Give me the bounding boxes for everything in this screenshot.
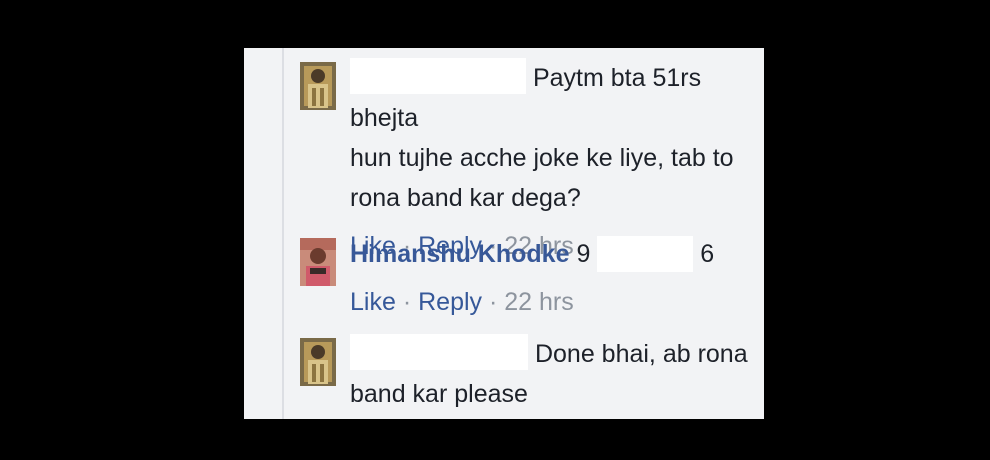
comment-text-continued: hun tujhe acche joke ke liye, tab to ron… bbox=[350, 144, 734, 212]
comment-thread: Paytm bta 51rs bhejta hun tujhe acche jo… bbox=[244, 48, 764, 419]
redacted-text bbox=[597, 236, 694, 272]
comment-actions: Like · Reply · 22 hrs bbox=[350, 282, 760, 322]
avatar[interactable] bbox=[300, 338, 336, 386]
comment-text-suffix: 6 bbox=[700, 240, 715, 268]
thread-line bbox=[282, 48, 284, 419]
avatar[interactable] bbox=[300, 238, 336, 286]
timestamp-link[interactable]: 22 hrs bbox=[504, 288, 573, 316]
separator: · bbox=[402, 288, 412, 316]
author-name-link[interactable]: Himanshu Khodke bbox=[350, 240, 569, 268]
redacted-author-name bbox=[350, 58, 526, 94]
like-link[interactable]: Like bbox=[350, 288, 396, 316]
comment-text: Done bhai, ab rona bbox=[534, 340, 748, 368]
avatar[interactable] bbox=[300, 62, 336, 110]
redacted-author-name bbox=[350, 334, 528, 370]
reply-link[interactable]: Reply bbox=[418, 288, 482, 316]
comment-text-continued: band kar please bbox=[350, 380, 528, 408]
separator: · bbox=[488, 288, 498, 316]
comment-text-prefix: 9 bbox=[576, 240, 591, 268]
